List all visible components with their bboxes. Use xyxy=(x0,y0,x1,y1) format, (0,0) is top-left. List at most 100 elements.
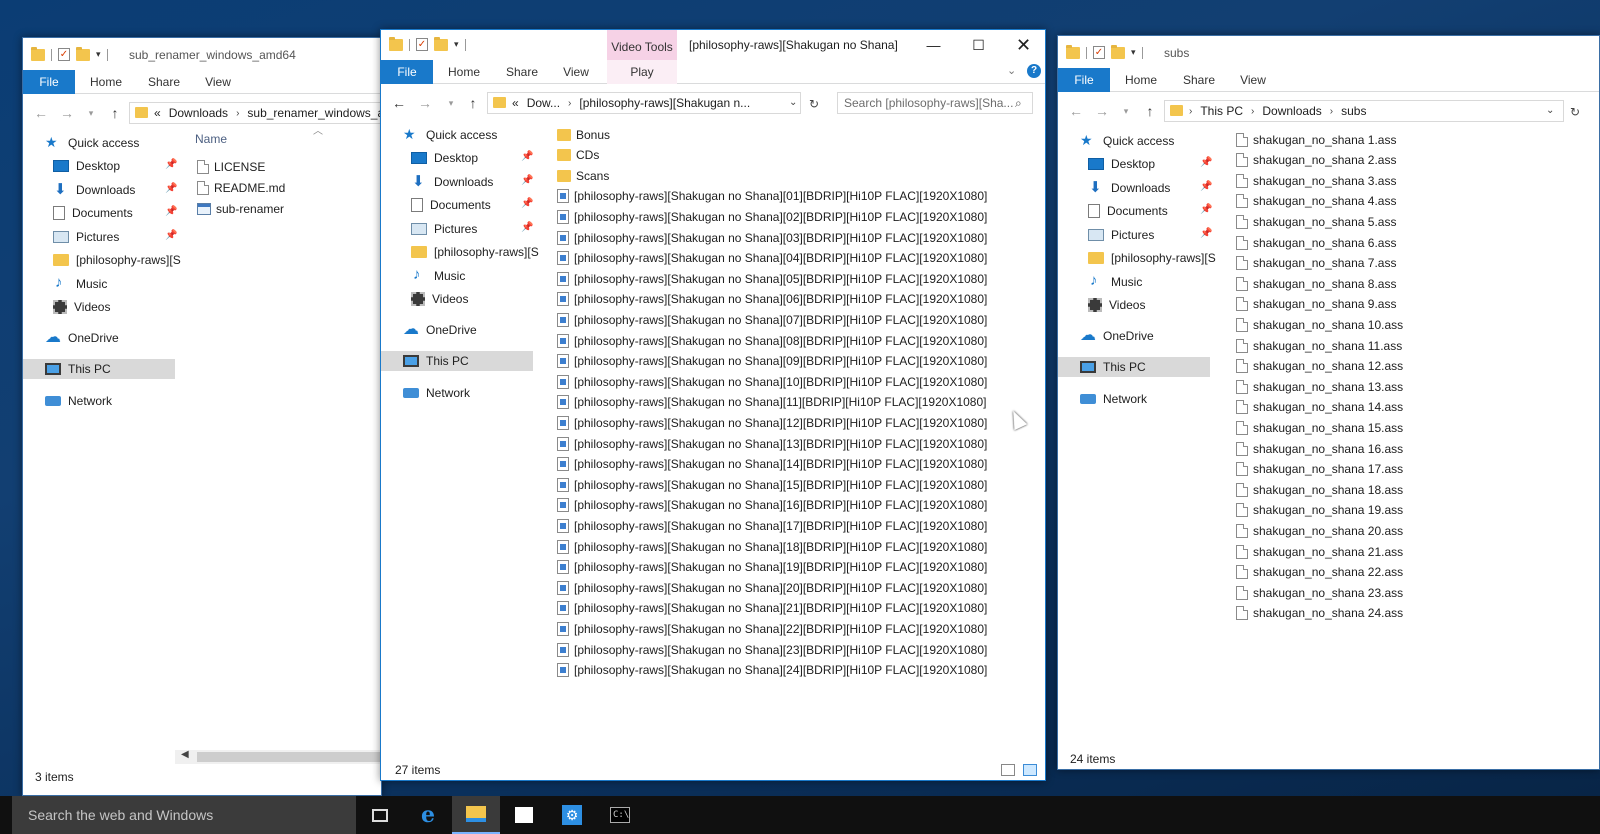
nav-item-documents[interactable]: Documents 📌 xyxy=(23,203,177,223)
breadcrumb-downloads[interactable]: Dow... xyxy=(527,96,560,110)
details-view-icon[interactable] xyxy=(1001,764,1015,776)
subtitle-file-row[interactable]: shakugan_no_shana 16.ass xyxy=(1236,439,1403,458)
properties-icon[interactable]: ✓ xyxy=(1093,46,1105,59)
expand-ribbon-icon[interactable]: ⌄ xyxy=(1007,64,1016,77)
video-file-row[interactable]: [philosophy-raws][Shakugan no Shana][07]… xyxy=(557,310,987,329)
file-explorer-icon[interactable] xyxy=(452,796,500,834)
recent-locations-icon[interactable]: ▾ xyxy=(1118,106,1134,117)
title-bar[interactable]: ✓ ▾ sub_renamer_windows_amd64 xyxy=(23,38,381,70)
nav-item-desktop[interactable]: Desktop 📌 xyxy=(1058,154,1212,174)
title-bar[interactable]: ✓ ▾ Video Tools [philosophy-raws][Shakug… xyxy=(381,30,1045,62)
back-icon[interactable]: ← xyxy=(391,95,407,111)
scroll-left-icon[interactable]: ◀ xyxy=(181,749,189,760)
subtitle-file-row[interactable]: shakugan_no_shana 18.ass xyxy=(1236,480,1403,499)
video-file-row[interactable]: [philosophy-raws][Shakugan no Shana][12]… xyxy=(557,413,987,432)
nav-item-this-pc[interactable]: This PC xyxy=(381,351,533,371)
new-folder-icon[interactable] xyxy=(1111,44,1125,59)
up-icon[interactable]: ↑ xyxy=(465,95,481,111)
nav-item-desktop[interactable]: Desktop 📌 xyxy=(381,148,533,168)
nav-item-philosophy-raws-s[interactable]: [philosophy-raws][S xyxy=(23,250,181,270)
refresh-icon[interactable]: ↻ xyxy=(1570,105,1580,119)
breadcrumb-subs[interactable]: subs xyxy=(1341,104,1366,118)
nav-item-downloads[interactable]: Downloads 📌 xyxy=(23,180,177,200)
tab-play[interactable]: Play xyxy=(607,60,677,84)
tab-view[interactable]: View xyxy=(1232,68,1274,92)
address-bar[interactable]: « Downloads › sub_renamer_windows_amd64 xyxy=(129,102,381,124)
title-bar[interactable]: ✓ ▾ subs xyxy=(1058,36,1599,68)
tab-share[interactable]: Share xyxy=(141,70,187,94)
subtitle-file-row[interactable]: shakugan_no_shana 23.ass xyxy=(1236,583,1403,602)
nav-item-this-pc[interactable]: This PC xyxy=(1058,357,1210,377)
video-file-row[interactable]: [philosophy-raws][Shakugan no Shana][01]… xyxy=(557,187,987,206)
nav-item-philosophy-raws-s[interactable]: [philosophy-raws][S xyxy=(1058,248,1216,268)
store-icon[interactable] xyxy=(500,796,548,834)
video-file-row[interactable]: [philosophy-raws][Shakugan no Shana][20]… xyxy=(557,578,987,597)
tab-share[interactable]: Share xyxy=(1176,68,1222,92)
folder-row[interactable]: CDs xyxy=(557,146,599,165)
up-icon[interactable]: ↑ xyxy=(1142,103,1158,119)
video-file-row[interactable]: [philosophy-raws][Shakugan no Shana][21]… xyxy=(557,599,987,618)
subtitle-file-row[interactable]: shakugan_no_shana 13.ass xyxy=(1236,377,1403,396)
subtitle-file-row[interactable]: shakugan_no_shana 11.ass xyxy=(1236,336,1402,355)
address-bar[interactable]: « Dow... › [philosophy-raws][Shakugan n.… xyxy=(487,92,801,114)
properties-icon[interactable]: ✓ xyxy=(58,48,70,61)
nav-item-onedrive[interactable]: OneDrive xyxy=(23,327,175,348)
explorer-window-sub-renamer[interactable]: ✓ ▾ sub_renamer_windows_amd64 File Home … xyxy=(22,37,382,796)
properties-icon[interactable]: ✓ xyxy=(416,38,428,51)
nav-item-network[interactable]: Network xyxy=(381,383,533,403)
nav-item-network[interactable]: Network xyxy=(23,391,175,411)
taskbar-search-box[interactable]: Search the web and Windows xyxy=(12,796,356,834)
subtitle-file-row[interactable]: shakugan_no_shana 19.ass xyxy=(1236,501,1403,520)
explorer-window-shakugan[interactable]: ✓ ▾ Video Tools [philosophy-raws][Shakug… xyxy=(380,29,1046,781)
new-folder-icon[interactable] xyxy=(76,46,90,61)
chevron-down-icon[interactable]: ⌄ xyxy=(1546,105,1554,116)
edge-icon[interactable]: e xyxy=(404,796,452,834)
column-header-name[interactable]: Name xyxy=(195,132,227,146)
subtitle-file-row[interactable]: shakugan_no_shana 6.ass xyxy=(1236,233,1396,252)
subtitle-file-row[interactable]: shakugan_no_shana 15.ass xyxy=(1236,418,1403,437)
video-file-row[interactable]: [philosophy-raws][Shakugan no Shana][04]… xyxy=(557,249,987,268)
nav-item-music[interactable]: Music xyxy=(23,274,175,294)
subtitle-file-row[interactable]: shakugan_no_shana 7.ass xyxy=(1236,254,1396,273)
up-icon[interactable]: ↑ xyxy=(107,105,123,121)
file-row[interactable]: LICENSE xyxy=(197,157,265,176)
new-folder-icon[interactable] xyxy=(434,36,448,51)
help-icon[interactable]: ? xyxy=(1027,64,1041,78)
video-file-row[interactable]: [philosophy-raws][Shakugan no Shana][22]… xyxy=(557,619,987,638)
chevron-down-icon[interactable]: ⌄ xyxy=(789,97,797,108)
forward-icon[interactable]: → xyxy=(417,95,433,111)
subtitle-file-row[interactable]: shakugan_no_shana 21.ass xyxy=(1236,542,1403,561)
horizontal-scrollbar[interactable]: ◀ xyxy=(175,749,381,764)
nav-item-downloads[interactable]: Downloads 📌 xyxy=(381,172,533,192)
recent-locations-icon[interactable]: ▾ xyxy=(443,98,459,109)
refresh-icon[interactable]: ↻ xyxy=(809,97,819,111)
customize-qat-icon[interactable]: ▾ xyxy=(1131,47,1136,58)
video-file-row[interactable]: [philosophy-raws][Shakugan no Shana][06]… xyxy=(557,290,987,309)
explorer-window-subs[interactable]: ✓ ▾ subs File Home Share View ← → ▾ ↑ › … xyxy=(1057,35,1600,770)
forward-icon[interactable]: → xyxy=(59,105,75,121)
subtitle-file-row[interactable]: shakugan_no_shana 4.ass xyxy=(1236,192,1396,211)
nav-item-videos[interactable]: Videos xyxy=(1058,295,1210,315)
subtitle-file-row[interactable]: shakugan_no_shana 12.ass xyxy=(1236,357,1403,376)
nav-item-desktop[interactable]: Desktop 📌 xyxy=(23,156,177,176)
nav-item-pictures[interactable]: Pictures 📌 xyxy=(23,227,177,247)
video-file-row[interactable]: [philosophy-raws][Shakugan no Shana][14]… xyxy=(557,455,987,474)
video-file-row[interactable]: [philosophy-raws][Shakugan no Shana][09]… xyxy=(557,352,987,371)
tab-share[interactable]: Share xyxy=(499,60,545,84)
file-row[interactable]: README.md xyxy=(197,178,285,197)
nav-item-videos[interactable]: Videos xyxy=(381,289,533,309)
subtitle-file-row[interactable]: shakugan_no_shana 9.ass xyxy=(1236,295,1396,314)
subtitle-file-row[interactable]: shakugan_no_shana 5.ass xyxy=(1236,212,1396,231)
nav-item-pictures[interactable]: Pictures 📌 xyxy=(1058,225,1212,245)
tab-view[interactable]: View xyxy=(197,70,239,94)
large-icons-view-icon[interactable] xyxy=(1023,764,1037,776)
video-file-row[interactable]: [philosophy-raws][Shakugan no Shana][03]… xyxy=(557,228,987,247)
breadcrumb-this-pc[interactable]: This PC xyxy=(1200,104,1243,118)
subtitle-file-row[interactable]: shakugan_no_shana 14.ass xyxy=(1236,398,1403,417)
nav-item-quick-access[interactable]: Quick access xyxy=(23,133,175,153)
breadcrumb-sub-renamer[interactable]: sub_renamer_windows_amd64 xyxy=(247,106,381,120)
nav-item-onedrive[interactable]: OneDrive xyxy=(1058,325,1210,346)
task-view-icon[interactable] xyxy=(356,796,404,834)
subtitle-file-row[interactable]: shakugan_no_shana 1.ass xyxy=(1236,130,1396,149)
breadcrumb-current-folder[interactable]: [philosophy-raws][Shakugan n... xyxy=(579,96,750,110)
